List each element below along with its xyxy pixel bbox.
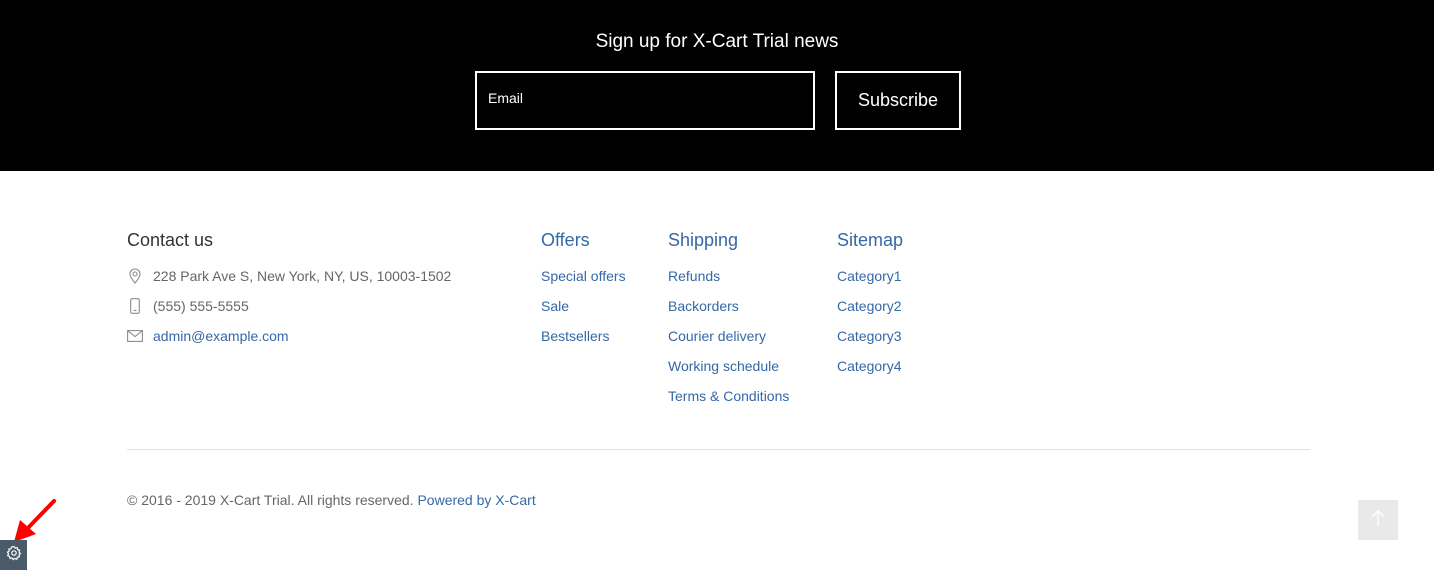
shipping-link[interactable]: Backorders: [668, 298, 739, 314]
sitemap-list: Category1 Category2 Category3 Category4: [837, 267, 903, 387]
sitemap-link[interactable]: Category1: [837, 268, 902, 284]
map-pin-icon: [127, 267, 143, 285]
offers-link[interactable]: Bestsellers: [541, 328, 609, 344]
offers-column: Offers Special offers Sale Bestsellers: [541, 228, 626, 357]
offers-link[interactable]: Sale: [541, 298, 569, 314]
sitemap-column: Sitemap Category1 Category2 Category3 Ca…: [837, 228, 903, 387]
offers-list: Special offers Sale Bestsellers: [541, 267, 626, 357]
list-item: Terms & Conditions: [668, 387, 789, 417]
list-item: Refunds: [668, 267, 789, 297]
sitemap-link[interactable]: Category3: [837, 328, 902, 344]
subscribe-button[interactable]: Subscribe: [835, 71, 961, 130]
powered-by-link[interactable]: Powered by X-Cart: [417, 492, 535, 508]
contact-phone: (555) 555-5555: [153, 298, 249, 314]
list-item: Category3: [837, 327, 903, 357]
shipping-link[interactable]: Courier delivery: [668, 328, 766, 344]
copyright-text: © 2016 - 2019 X-Cart Trial. All rights r…: [127, 492, 414, 508]
list-item: Category2: [837, 297, 903, 327]
sitemap-link[interactable]: Category2: [837, 298, 902, 314]
list-item: Category4: [837, 357, 903, 387]
list-item: Category1: [837, 267, 903, 297]
contact-column: Contact us 228 Park Ave S, New York, NY,…: [127, 228, 507, 357]
offers-title[interactable]: Offers: [541, 228, 626, 252]
contact-email-row: admin@example.com: [127, 327, 507, 357]
settings-button[interactable]: [0, 540, 27, 570]
shipping-list: Refunds Backorders Courier delivery Work…: [668, 267, 789, 417]
arrow-up-icon: [1371, 509, 1385, 532]
newsletter-title: Sign up for X-Cart Trial news: [595, 31, 839, 52]
shipping-title[interactable]: Shipping: [668, 228, 789, 252]
back-to-top-button[interactable]: [1358, 500, 1398, 540]
phone-icon: [127, 297, 143, 315]
gear-icon: [6, 545, 22, 566]
contact-phone-row: (555) 555-5555: [127, 297, 507, 327]
contact-address-row: 228 Park Ave S, New York, NY, US, 10003-…: [127, 267, 507, 297]
shipping-link[interactable]: Refunds: [668, 268, 720, 284]
list-item: Courier delivery: [668, 327, 789, 357]
email-field[interactable]: [477, 73, 813, 128]
red-arrow-icon: [14, 499, 56, 542]
shipping-link[interactable]: Working schedule: [668, 358, 779, 374]
page: Sign up for X-Cart Trial news Subscribe …: [0, 0, 1434, 580]
list-item: Working schedule: [668, 357, 789, 387]
copyright: © 2016 - 2019 X-Cart Trial. All rights r…: [127, 491, 536, 509]
offers-link[interactable]: Special offers: [541, 268, 626, 284]
list-item: Bestsellers: [541, 327, 626, 357]
newsletter-section: Sign up for X-Cart Trial news Subscribe: [0, 0, 1434, 171]
list-item: Sale: [541, 297, 626, 327]
list-item: Special offers: [541, 267, 626, 297]
contact-address: 228 Park Ave S, New York, NY, US, 10003-…: [153, 268, 452, 284]
email-field-box[interactable]: [475, 71, 815, 130]
shipping-column: Shipping Refunds Backorders Courier deli…: [668, 228, 789, 417]
shipping-link[interactable]: Terms & Conditions: [668, 388, 789, 404]
list-item: Backorders: [668, 297, 789, 327]
contact-email-link[interactable]: admin@example.com: [153, 327, 289, 345]
envelope-icon: [127, 327, 143, 345]
footer-divider: [127, 449, 1310, 450]
sitemap-title[interactable]: Sitemap: [837, 228, 903, 252]
contact-title: Contact us: [127, 230, 214, 250]
sitemap-link[interactable]: Category4: [837, 358, 902, 374]
